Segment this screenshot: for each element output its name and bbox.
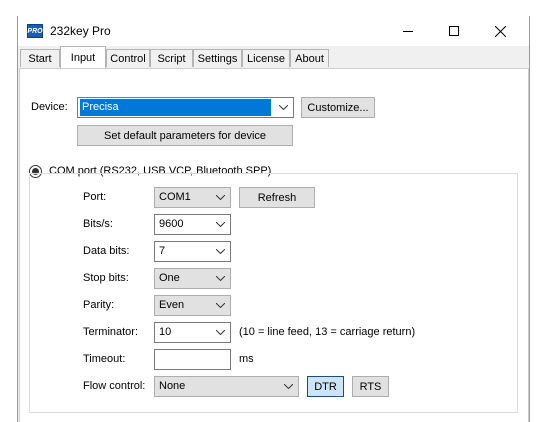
- port-label: Port:: [83, 191, 107, 203]
- rts-toggle-button[interactable]: RTS: [352, 376, 389, 397]
- close-icon: [494, 25, 506, 37]
- parity-value: Even: [159, 299, 185, 311]
- tab-strip: Start Input Control Script Settings Lice…: [18, 46, 529, 68]
- tab-script[interactable]: Script: [150, 49, 193, 67]
- device-label: Device:: [31, 101, 68, 113]
- terminator-hint: (10 = line feed, 13 = carriage return): [239, 326, 416, 338]
- device-select[interactable]: Precisa: [77, 97, 294, 118]
- stop-bits-select[interactable]: One: [154, 268, 231, 289]
- parity-select[interactable]: Even: [154, 295, 231, 316]
- close-button[interactable]: [477, 16, 523, 46]
- stop-bits-value: One: [159, 272, 180, 284]
- chevron-down-icon: [210, 296, 230, 315]
- tab-start[interactable]: Start: [20, 49, 60, 67]
- flow-control-select[interactable]: None: [154, 376, 299, 397]
- chevron-down-icon: [210, 269, 230, 288]
- flow-control-label: Flow control:: [83, 380, 146, 392]
- title-bar: PRO 232key Pro: [18, 16, 529, 46]
- customize-button[interactable]: Customize...: [301, 97, 375, 118]
- port-select-value: COM1: [159, 191, 191, 203]
- tab-about[interactable]: About: [290, 49, 329, 67]
- app-window: PRO 232key Pro Start Input Control Scrip…: [17, 16, 530, 422]
- stop-bits-label: Stop bits:: [83, 272, 129, 284]
- chevron-down-icon: [273, 98, 293, 117]
- chevron-down-icon: [210, 242, 230, 261]
- bits-per-second-value: 9600: [159, 218, 184, 230]
- timeout-unit-label: ms: [239, 353, 254, 365]
- com-port-settings-group: Port: COM1 Refresh Bits/s: 9600 Data bit…: [29, 173, 518, 413]
- bits-per-second-label: Bits/s:: [83, 218, 113, 230]
- port-select[interactable]: COM1: [154, 187, 231, 208]
- flow-control-value: None: [159, 380, 186, 392]
- window-title: 232key Pro: [50, 24, 111, 38]
- chevron-down-icon: [210, 323, 230, 342]
- chevron-down-icon: [210, 215, 230, 234]
- timeout-input[interactable]: [154, 349, 231, 370]
- terminator-label: Terminator:: [83, 326, 139, 338]
- set-default-parameters-button[interactable]: Set default parameters for device: [77, 125, 293, 146]
- tab-control[interactable]: Control: [106, 49, 150, 67]
- tab-settings[interactable]: Settings: [193, 49, 242, 67]
- bits-per-second-select[interactable]: 9600: [154, 214, 231, 235]
- parity-label: Parity:: [83, 299, 115, 311]
- terminator-select[interactable]: 10: [154, 322, 231, 343]
- refresh-button[interactable]: Refresh: [239, 187, 315, 208]
- maximize-button[interactable]: [431, 16, 477, 46]
- minimize-icon: [403, 31, 413, 32]
- terminator-value: 10: [159, 326, 172, 338]
- app-logo-icon: PRO: [27, 24, 43, 38]
- data-bits-select[interactable]: 7: [154, 241, 231, 262]
- input-tab-panel: Device: Precisa Customize... Set default…: [19, 68, 529, 422]
- tab-license[interactable]: License: [242, 49, 290, 67]
- minimize-button[interactable]: [385, 16, 431, 46]
- timeout-label: Timeout:: [83, 353, 126, 365]
- dtr-toggle-button[interactable]: DTR: [307, 376, 344, 397]
- data-bits-label: Data bits:: [83, 245, 130, 257]
- chevron-down-icon: [210, 188, 230, 207]
- data-bits-value: 7: [159, 245, 166, 257]
- maximize-icon: [449, 26, 459, 36]
- tab-input[interactable]: Input: [60, 46, 106, 68]
- chevron-down-icon: [278, 377, 298, 396]
- device-select-value: Precisa: [80, 99, 271, 116]
